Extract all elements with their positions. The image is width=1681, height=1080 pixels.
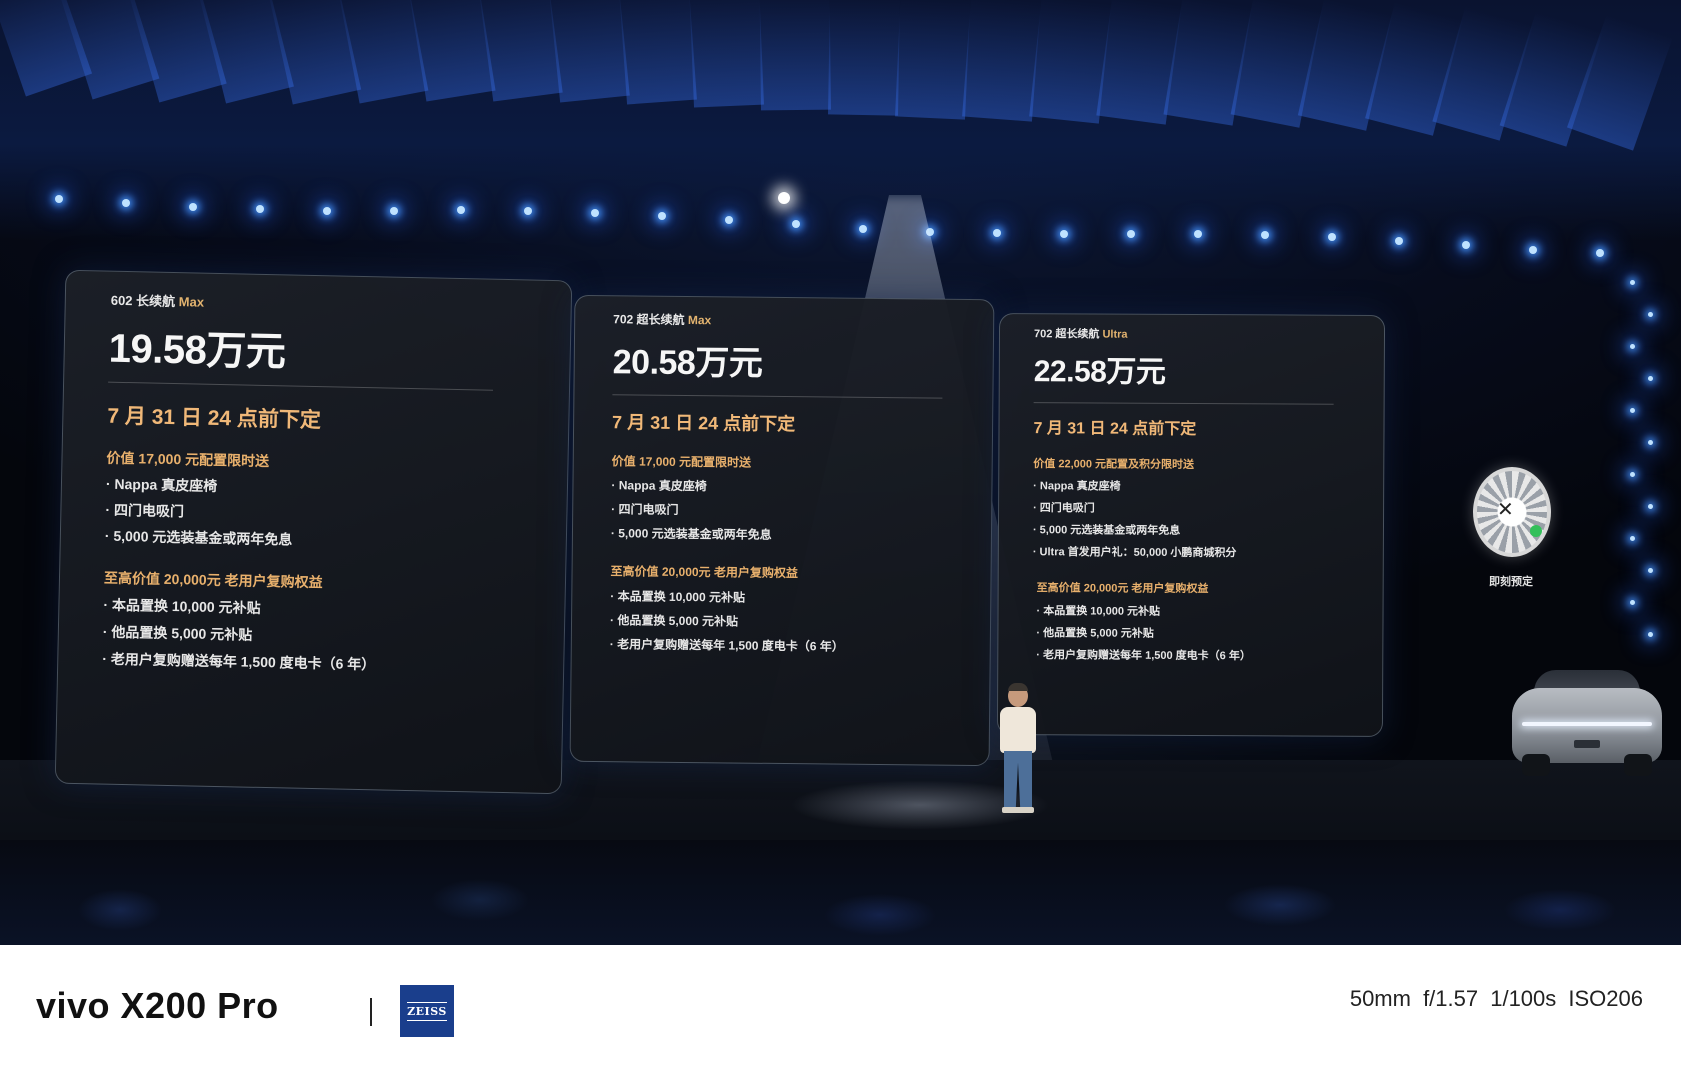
variant-label: 702 超长续航 Max bbox=[613, 312, 712, 328]
stage-light bbox=[1529, 245, 1537, 254]
side-light bbox=[1630, 408, 1635, 413]
camera-brand: vivo X200 Pro bbox=[36, 985, 279, 1026]
side-light bbox=[1648, 568, 1653, 573]
stage-light bbox=[323, 206, 331, 215]
stage-light bbox=[859, 224, 867, 233]
list-item: · 5,000 元选装基金或两年免息 bbox=[1032, 524, 1181, 537]
car-wheel bbox=[1522, 754, 1550, 776]
list-item: · 本品置换 10,000 元补贴 bbox=[103, 596, 261, 616]
stage-light bbox=[1261, 230, 1269, 239]
list-item: · Nappa 真皮座椅 bbox=[1033, 480, 1121, 493]
stage-light bbox=[1395, 236, 1403, 245]
car-wheel bbox=[1624, 754, 1652, 776]
zeiss-logo-text: ZEISS bbox=[407, 1001, 447, 1021]
stage-light-beam bbox=[618, 0, 697, 105]
stage-light-beam bbox=[689, 0, 764, 108]
stage-light bbox=[1127, 229, 1135, 238]
stage-light bbox=[1060, 229, 1068, 238]
variant-label: 602 长续航 Max bbox=[110, 292, 205, 310]
price: 19.58万元 bbox=[108, 326, 286, 375]
list-item: · Ultra 首发用户礼：50,000 小鹏商城积分 bbox=[1032, 546, 1237, 560]
list-item: · 他品置换 5,000 元补贴 bbox=[102, 623, 253, 643]
presenter bbox=[996, 683, 1040, 815]
divider bbox=[1033, 402, 1334, 405]
price: 20.58万元 bbox=[612, 343, 763, 383]
separator bbox=[370, 998, 372, 1026]
stage-light-beam bbox=[962, 0, 1041, 122]
side-light bbox=[1630, 344, 1635, 349]
stage-light bbox=[55, 195, 63, 203]
presenter-shirt bbox=[1000, 707, 1036, 753]
deadline: 7 月 31 日 24 点前下定 bbox=[107, 404, 322, 433]
list-item: · 老用户复购赠送每年 1,500 度电卡（6 年） bbox=[609, 637, 844, 654]
list-item: · 老用户复购赠送每年 1,500 度电卡（6 年） bbox=[1036, 649, 1251, 663]
list-item: · 5,000 元选装基金或两年免息 bbox=[104, 527, 293, 548]
stage-light-beam bbox=[759, 0, 831, 111]
spotlight-source bbox=[778, 192, 790, 204]
price-screen-702-max: 702 超长续航 Max 20.58万元 7 月 31 日 24 点前下定 价值… bbox=[569, 294, 995, 767]
stage-light-beam bbox=[828, 0, 901, 116]
list-item: · 四门电吸门 bbox=[611, 502, 679, 517]
list-item: · 5,000 元选装基金或两年免息 bbox=[610, 526, 772, 542]
loyalty-benefit-title: 至高价值 20,000元 老用户复购权益 bbox=[1036, 582, 1209, 596]
car bbox=[1512, 670, 1662, 780]
deadline: 7 月 31 日 24 点前下定 bbox=[1033, 420, 1197, 439]
list-item: · 四门电吸门 bbox=[1033, 502, 1095, 515]
stage-light bbox=[658, 211, 666, 220]
divider bbox=[612, 394, 943, 399]
loyalty-benefit-title: 至高价值 20,000元 老用户复购权益 bbox=[610, 564, 799, 581]
side-light bbox=[1648, 312, 1653, 317]
stage-light bbox=[1596, 249, 1604, 258]
side-light bbox=[1648, 504, 1653, 509]
wechat-icon bbox=[1530, 525, 1542, 537]
stage-light bbox=[524, 206, 532, 215]
zeiss-logo: ZEISS bbox=[400, 985, 454, 1037]
side-light bbox=[1630, 472, 1635, 477]
presenter-jeans bbox=[1004, 751, 1032, 809]
car-badge bbox=[1574, 740, 1600, 748]
list-item: · 他品置换 5,000 元补贴 bbox=[609, 613, 739, 629]
config-gift-title: 价值 17,000 元配置限时送 bbox=[106, 449, 270, 470]
variant-label: 702 超长续航 Ultra bbox=[1033, 328, 1128, 341]
side-light bbox=[1630, 600, 1635, 605]
side-light bbox=[1648, 376, 1653, 381]
xpeng-logo-icon: ✕ bbox=[1497, 499, 1514, 521]
list-item: · 本品置换 10,000 元补贴 bbox=[610, 589, 746, 605]
side-light bbox=[1648, 440, 1653, 445]
config-gift-title: 价值 22,000 元配置及积分限时送 bbox=[1033, 458, 1195, 472]
side-light bbox=[1648, 632, 1653, 637]
price: 22.58万元 bbox=[1033, 355, 1166, 389]
stage-light bbox=[1194, 229, 1202, 238]
divider bbox=[108, 381, 494, 391]
deadline: 7 月 31 日 24 点前下定 bbox=[612, 412, 796, 435]
stage-light-beam bbox=[477, 0, 563, 102]
car-headlight bbox=[1522, 722, 1652, 726]
stage-light bbox=[725, 215, 733, 224]
loyalty-benefit-title: 至高价值 20,000元 老用户复购权益 bbox=[103, 569, 323, 591]
stage-light bbox=[390, 206, 398, 215]
list-item: · 他品置换 5,000 元补贴 bbox=[1036, 627, 1154, 640]
side-light bbox=[1630, 536, 1635, 541]
stage-light-beam bbox=[895, 0, 971, 120]
qr-label: 即刻预定 bbox=[1489, 576, 1533, 588]
stage-photo: 602 长续航 Max 19.58万元 7 月 31 日 24 点前下定 价值 … bbox=[0, 0, 1681, 945]
list-item: · Nappa 真皮座椅 bbox=[105, 475, 218, 494]
stage-light bbox=[591, 208, 599, 217]
presenter-shoes bbox=[1002, 807, 1034, 813]
price-screen-702-ultra: 702 超长续航 Ultra 22.58万元 7 月 31 日 24 点前下定 … bbox=[996, 312, 1386, 738]
stage-light-beam bbox=[548, 0, 630, 103]
list-item: · 四门电吸门 bbox=[105, 501, 185, 520]
presenter-hair bbox=[1008, 683, 1028, 691]
exif-info: 50mm f/1.57 1/100s ISO206 bbox=[1349, 986, 1643, 1011]
list-item: · 老用户复购赠送每年 1,500 度电卡（6 年） bbox=[102, 650, 376, 673]
audience bbox=[0, 840, 1681, 945]
list-item: · 本品置换 10,000 元补贴 bbox=[1036, 605, 1161, 618]
stage-light bbox=[1462, 241, 1470, 250]
price-screen-602-max: 602 长续航 Max 19.58万元 7 月 31 日 24 点前下定 价值 … bbox=[54, 269, 573, 795]
config-gift-title: 价值 17,000 元配置限时送 bbox=[611, 454, 752, 470]
side-light bbox=[1630, 280, 1635, 285]
list-item: · Nappa 真皮座椅 bbox=[611, 478, 707, 494]
